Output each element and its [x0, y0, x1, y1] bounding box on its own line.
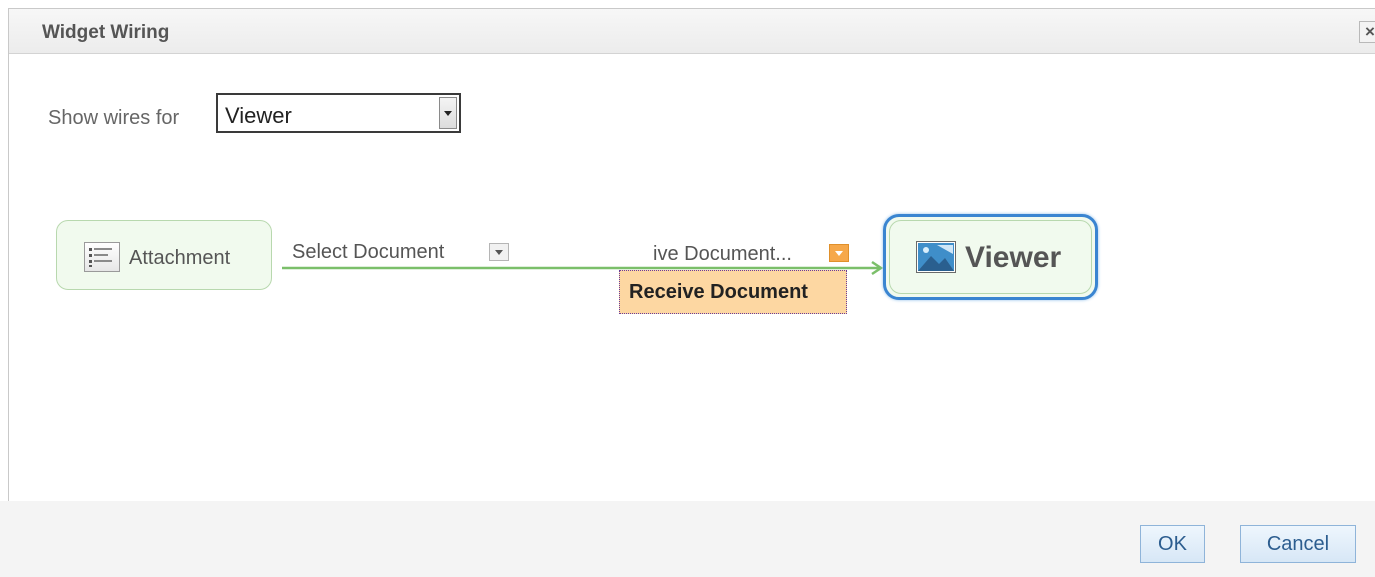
- chevron-down-icon[interactable]: [439, 97, 457, 129]
- image-viewer-icon: [916, 241, 956, 273]
- close-button[interactable]: ×: [1359, 21, 1375, 43]
- handler-dropdown-icon[interactable]: [829, 244, 849, 262]
- receive-document-handler-label: ive Document...: [653, 243, 792, 265]
- attachment-widget-label: Attachment: [129, 247, 231, 269]
- show-wires-label: Show wires for: [48, 107, 180, 129]
- list-document-icon: [84, 242, 120, 272]
- show-wires-select[interactable]: Viewer: [216, 93, 461, 133]
- dialog-titlebar: Widget Wiring ×: [9, 9, 1375, 54]
- show-wires-selected-value: Viewer: [225, 103, 292, 128]
- receive-document-tooltip: Receive Document: [619, 270, 847, 314]
- attachment-widget-node[interactable]: Attachment: [56, 220, 272, 290]
- viewer-widget-label: Viewer: [965, 241, 1062, 274]
- ok-button[interactable]: OK: [1140, 525, 1205, 563]
- viewer-widget-node[interactable]: Viewer: [883, 214, 1098, 300]
- cancel-button[interactable]: Cancel: [1240, 525, 1356, 563]
- dialog-title: Widget Wiring: [42, 22, 170, 43]
